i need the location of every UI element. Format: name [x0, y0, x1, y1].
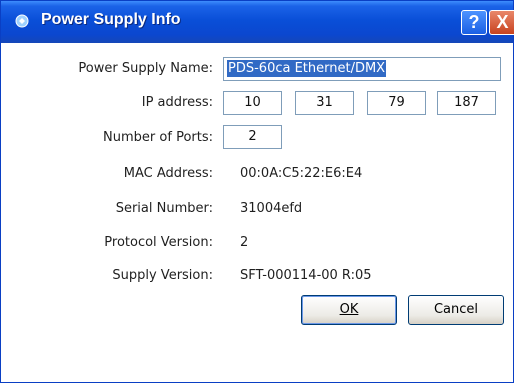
app-icon — [15, 14, 29, 28]
mac-address-value: 00:0A:C5:22:E6:E4 — [240, 166, 363, 181]
close-button[interactable]: X — [489, 10, 514, 35]
ip-octet-4-input[interactable]: 187 — [437, 91, 496, 115]
ip-octet-2-input[interactable]: 31 — [295, 91, 354, 115]
serial-number-value: 31004efd — [240, 201, 303, 216]
help-button[interactable]: ? — [461, 10, 487, 35]
window-title: Power Supply Info — [41, 11, 181, 28]
mac-address-label: MAC Address: — [123, 166, 213, 181]
ip-octet-3-input[interactable]: 79 — [367, 91, 426, 115]
power-supply-info-dialog: Power Supply Info ? X Power Supply Name:… — [0, 0, 514, 383]
ip-octet-1-input[interactable]: 10 — [223, 91, 282, 115]
title-bar[interactable]: Power Supply Info ? X — [1, 1, 514, 43]
supply-version-value: SFT-000114-00 R:05 — [240, 268, 372, 283]
number-of-ports-input[interactable]: 2 — [223, 125, 282, 149]
ip-address-label: IP address: — [141, 95, 213, 110]
power-supply-name-input[interactable]: PDS-60ca Ethernet/DMX — [223, 57, 501, 81]
cancel-button[interactable]: Cancel — [408, 295, 504, 325]
dialog-body: Power Supply Name: PDS-60ca Ethernet/DMX… — [1, 43, 513, 382]
power-supply-name-label: Power Supply Name: — [78, 61, 213, 76]
protocol-version-value: 2 — [240, 235, 249, 250]
supply-version-label: Supply Version: — [112, 268, 213, 283]
serial-number-label: Serial Number: — [115, 201, 213, 216]
ok-button-label: OK — [339, 302, 359, 317]
power-supply-name-value: PDS-60ca Ethernet/DMX — [227, 60, 387, 77]
number-of-ports-label: Number of Ports: — [103, 130, 213, 145]
ok-button[interactable]: OK — [301, 295, 397, 325]
protocol-version-label: Protocol Version: — [104, 235, 213, 250]
